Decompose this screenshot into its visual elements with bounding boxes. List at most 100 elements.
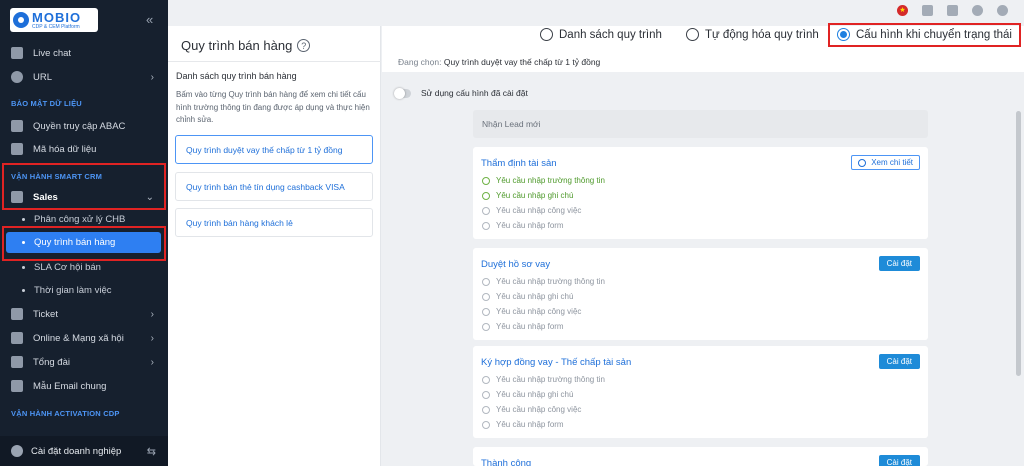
requirement-item: Yêu cầu nhập ghi chú <box>482 292 573 301</box>
radio-process-automation[interactable]: Tự động hóa quy trình <box>686 28 819 41</box>
requirement-label: Yêu cầu nhập công việc <box>496 307 582 316</box>
sidebar-item-label: Mẫu Email chung <box>33 380 107 392</box>
stage-title: Ký hợp đồng vay - Thế chấp tài sản <box>481 357 632 368</box>
sidebar-item-email-templates[interactable]: Mẫu Email chung <box>0 375 168 397</box>
requirement-label: Yêu cầu nhập form <box>496 221 564 230</box>
requirement-label: Yêu cầu nhập công việc <box>496 405 582 414</box>
divider <box>168 61 381 62</box>
sidebar-item-label: Online & Mạng xã hội <box>33 332 124 344</box>
setup-button[interactable]: Cài đặt <box>878 256 920 271</box>
sidebar-item-live-chat[interactable]: Live chat <box>0 42 168 64</box>
collapse-sidebar-icon[interactable]: « <box>146 12 153 27</box>
sidebar-item-ticket[interactable]: Ticket › <box>0 303 168 325</box>
sidebar-item-url[interactable]: URL › <box>0 66 168 88</box>
logo-tagline: CDP & CEM Platform <box>32 23 80 30</box>
section-smart-crm: VẬN HÀNH SMART CRM <box>11 172 103 181</box>
sidebar: MOBIO CDP & CEM Platform « Live chat URL… <box>0 0 168 466</box>
sidebar-item-social[interactable]: Online & Mạng xã hội › <box>0 327 168 349</box>
chevron-right-icon: › <box>150 356 154 368</box>
help-icon[interactable] <box>947 5 958 16</box>
sidebar-item-call-center[interactable]: Tổng đài › <box>0 351 168 373</box>
check-circle-icon <box>482 176 490 185</box>
requirement-label: Yêu cầu nhập form <box>496 322 564 331</box>
sidebar-item-label: Phân công xử lý CHB <box>34 213 126 225</box>
setup-button[interactable]: Cài đặt <box>878 354 920 369</box>
sidebar-item-label: Mã hóa dữ liệu <box>33 143 97 155</box>
footer-label: Cài đặt doanh nghiệp <box>31 445 122 457</box>
panel-subtitle: Danh sách quy trình bán hàng <box>176 71 297 81</box>
section-activation-cdp: VẬN HÀNH ACTIVATION CDP <box>11 409 120 418</box>
check-circle-icon <box>482 206 490 215</box>
current-prefix: Đang chọn: <box>398 57 442 67</box>
stage-new-lead: Nhận Lead mới <box>473 110 928 138</box>
requirement-label: Yêu cầu nhập trường thông tin <box>496 277 605 286</box>
question-icon[interactable]: ? <box>297 39 311 52</box>
radio-status-transition-config[interactable]: Cấu hình khi chuyển trạng thái <box>837 28 1012 41</box>
panel-description: Bấm vào từng Quy trình bán hàng để xem c… <box>176 90 370 124</box>
current-process-label: Đang chọn: Quy trình duyệt vay thế chấp … <box>398 57 600 67</box>
sidebar-item-label: Ticket <box>33 308 58 320</box>
sidebar-item-data-encryption[interactable]: Mã hóa dữ liệu <box>0 138 168 160</box>
check-circle-icon <box>482 292 490 301</box>
sidebar-subitem-sales-process[interactable]: Quy trình bán hàng <box>6 232 161 253</box>
book-icon[interactable] <box>922 5 933 16</box>
stage-title: Duyệt hồ sơ vay <box>481 259 551 270</box>
user-avatar-icon[interactable] <box>997 5 1008 16</box>
radio-process-list[interactable]: Danh sách quy trình <box>540 28 662 41</box>
requirement-label: Yêu cầu nhập ghi chú <box>496 191 574 200</box>
sidebar-item-label: Thời gian làm việc <box>34 284 112 296</box>
top-bar: ★ <box>168 0 1024 26</box>
bell-icon[interactable] <box>972 5 983 16</box>
sidebar-item-label: Quy trình bán hàng <box>34 237 116 248</box>
link-icon <box>11 71 23 83</box>
sidebar-item-abac[interactable]: Quyền truy cập ABAC <box>0 115 168 137</box>
sidebar-item-label: Sales <box>33 191 58 203</box>
radio-label: Danh sách quy trình <box>559 28 662 41</box>
stage-card: Thành công Cài đặt <box>473 447 928 466</box>
requirement-label: Yêu cầu nhập công việc <box>496 206 582 215</box>
view-detail-button[interactable]: Xem chi tiết <box>851 155 920 170</box>
sidebar-item-sales[interactable]: Sales ⌄ <box>0 186 168 208</box>
switch-icon[interactable]: ⇆ <box>147 445 156 458</box>
check-circle-icon <box>482 375 490 384</box>
requirement-item: Yêu cầu nhập ghi chú <box>482 390 573 399</box>
sidebar-subitem-working-time[interactable]: Thời gian làm việc <box>0 279 168 301</box>
toggle-switch[interactable] <box>394 87 411 99</box>
vietnam-flag-icon[interactable]: ★ <box>897 5 908 16</box>
settings-icon <box>11 445 23 457</box>
scrollbar[interactable] <box>1016 111 1021 376</box>
sidebar-footer-enterprise-settings[interactable]: Cài đặt doanh nghiệp ⇆ <box>0 436 168 466</box>
stage-card: Thẩm định tài sản Xem chi tiết Yêu cầu n… <box>473 147 928 239</box>
logo-icon <box>13 12 29 28</box>
sidebar-subitem-assignment[interactable]: Phân công xử lý CHB <box>0 208 168 230</box>
sidebar-item-label: SLA Cơ hội bán <box>34 261 101 273</box>
chevron-down-icon: ⌄ <box>145 191 154 203</box>
sidebar-subitem-sla[interactable]: SLA Cơ hội bán <box>0 256 168 278</box>
bullet-icon <box>22 241 25 244</box>
stage-card: Ký hợp đồng vay - Thế chấp tài sản Cài đ… <box>473 346 928 438</box>
stage-card: Duyệt hồ sơ vay Cài đặt Yêu cầu nhập trư… <box>473 248 928 340</box>
requirement-item: Yêu cầu nhập form <box>482 322 564 331</box>
lock-icon <box>11 143 23 155</box>
check-circle-icon <box>482 420 490 429</box>
mobio-logo[interactable]: MOBIO CDP & CEM Platform <box>10 8 98 32</box>
social-icon <box>11 332 23 344</box>
setup-button[interactable]: Cài đặt <box>878 455 920 466</box>
sales-icon <box>11 191 23 203</box>
ticket-icon <box>11 308 23 320</box>
process-item[interactable]: Quy trình bán thẻ tín dụng cashback VISA <box>175 172 373 201</box>
current-process-name: Quy trình duyệt vay thế chấp từ 1 tỷ đồn… <box>443 57 601 67</box>
sidebar-item-label: Live chat <box>33 47 72 59</box>
section-data-security: BẢO MẬT DỮ LIỆU <box>11 99 82 108</box>
process-item[interactable]: Quy trình bán hàng khách lẻ <box>175 208 373 237</box>
main-content: Danh sách quy trình Tự động hóa quy trìn… <box>382 23 1024 466</box>
requirement-label: Yêu cầu nhập ghi chú <box>496 390 574 399</box>
radio-icon <box>686 28 699 41</box>
logo-name: MOBIO <box>32 9 82 25</box>
check-circle-icon <box>482 191 490 200</box>
radio-label: Tự động hóa quy trình <box>705 28 819 41</box>
toggle-label: Sử dụng cấu hình đã cài đặt <box>421 88 528 98</box>
chevron-right-icon: › <box>150 308 154 320</box>
process-item[interactable]: Quy trình duyệt vay thế chấp từ 1 tỷ đồn… <box>175 135 373 164</box>
chevron-right-icon: › <box>150 71 154 83</box>
